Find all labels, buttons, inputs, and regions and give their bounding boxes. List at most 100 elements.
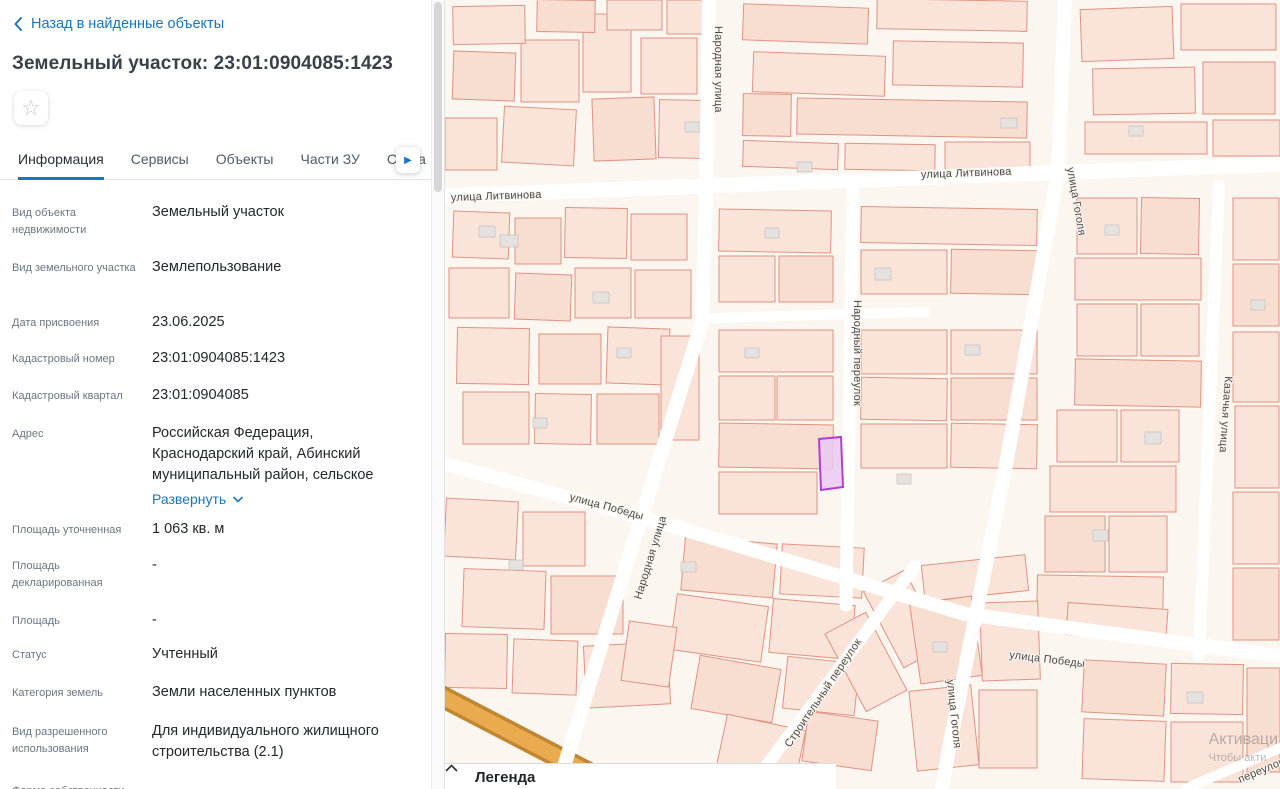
tab-scroll-right-button[interactable]: ▶ — [396, 147, 420, 173]
map-parcel[interactable] — [511, 638, 579, 696]
map-parcel[interactable] — [456, 326, 530, 386]
map-parcel[interactable] — [860, 205, 1038, 247]
panel-scrollbar[interactable] — [431, 0, 444, 789]
map-building — [1186, 691, 1204, 704]
expand-address-link[interactable]: Развернуть — [152, 489, 244, 509]
map-parcel[interactable] — [461, 568, 547, 630]
map-parcel[interactable] — [591, 96, 657, 162]
map-parcel[interactable] — [950, 422, 1038, 470]
back-to-results-link[interactable]: Назад в найденные объекты — [12, 16, 224, 32]
map-parcel[interactable] — [462, 391, 530, 445]
map-parcel[interactable] — [536, 0, 596, 34]
map-parcel[interactable] — [978, 689, 1038, 769]
map-parcel[interactable] — [860, 249, 948, 295]
map-parcel[interactable] — [718, 375, 776, 421]
field-value: Земли населенных пунктов — [140, 682, 402, 703]
map-parcel[interactable] — [445, 117, 498, 171]
map-parcel[interactable] — [620, 620, 678, 688]
map-parcel[interactable] — [1232, 491, 1280, 565]
map-parcel[interactable] — [668, 593, 770, 663]
map-parcel[interactable] — [513, 272, 573, 322]
map-parcel[interactable] — [950, 248, 1038, 296]
tab-objects[interactable]: Объекты — [216, 151, 274, 180]
map-parcel[interactable] — [1234, 405, 1280, 489]
map-parcel[interactable] — [1202, 61, 1276, 115]
field-value-text: Учтенный — [152, 646, 218, 662]
map-parcel[interactable] — [452, 4, 526, 46]
map-parcel[interactable] — [718, 255, 776, 303]
map-parcel[interactable] — [1081, 659, 1167, 717]
map-parcel[interactable] — [501, 105, 577, 167]
map-parcel[interactable] — [564, 206, 628, 260]
map-parcel[interactable] — [630, 213, 688, 261]
map-parcel[interactable] — [1074, 358, 1202, 408]
map-parcel[interactable] — [741, 3, 870, 45]
map-parcel[interactable] — [718, 471, 818, 515]
map-building — [616, 347, 632, 359]
field-label: Форма собственности — [12, 780, 140, 789]
map-parcel[interactable] — [860, 329, 948, 375]
map-parcel[interactable] — [445, 632, 508, 690]
map-parcel[interactable] — [1044, 515, 1106, 573]
legend-collapse-button[interactable] — [445, 764, 820, 773]
map-parcel[interactable] — [1180, 3, 1277, 51]
map-parcel[interactable] — [1232, 263, 1280, 327]
map-parcel[interactable] — [1084, 121, 1208, 155]
map-parcel[interactable] — [1140, 303, 1200, 357]
field-value-text: - — [152, 780, 402, 789]
map-parcel[interactable] — [1212, 119, 1280, 157]
map-parcel[interactable] — [445, 497, 519, 561]
map-parcel[interactable] — [514, 217, 562, 265]
map-parcel[interactable] — [778, 255, 834, 303]
map-parcel[interactable] — [606, 0, 663, 31]
map-parcel[interactable] — [742, 139, 839, 171]
map-parcel[interactable] — [522, 511, 586, 567]
map-parcel[interactable] — [801, 710, 879, 772]
field-value: - — [140, 555, 402, 576]
scrollbar-thumb[interactable] — [434, 2, 442, 192]
map-parcel[interactable] — [1079, 5, 1175, 63]
map-parcel[interactable] — [1170, 662, 1244, 716]
map-parcel[interactable] — [876, 0, 1028, 32]
map[interactable]: улица Литвинова улица Литвинова Народная… — [445, 0, 1280, 789]
map-parcel[interactable] — [596, 393, 660, 445]
map-parcel[interactable] — [718, 422, 834, 470]
map-parcel[interactable] — [1232, 567, 1280, 641]
cadastral-map-canvas[interactable]: улица Литвинова улица Литвинова Народная… — [445, 0, 1280, 789]
map-parcel[interactable] — [538, 333, 602, 385]
tab-information[interactable]: Информация — [18, 151, 104, 180]
map-parcel[interactable] — [860, 376, 948, 422]
map-parcel[interactable] — [1108, 515, 1168, 573]
map-parcel[interactable] — [605, 326, 671, 386]
map-parcel[interactable] — [1049, 465, 1177, 513]
map-parcel[interactable] — [1076, 303, 1138, 357]
selected-parcel[interactable] — [817, 435, 845, 492]
map-parcel[interactable] — [742, 93, 792, 137]
map-parcel[interactable] — [1092, 66, 1196, 116]
map-parcel[interactable] — [1232, 331, 1280, 403]
map-parcel[interactable] — [451, 50, 517, 102]
map-parcel[interactable] — [1074, 257, 1202, 301]
map-parcel[interactable] — [751, 51, 887, 97]
map-parcel[interactable] — [640, 37, 698, 95]
map-parcel[interactable] — [1232, 197, 1280, 261]
map-parcel[interactable] — [718, 329, 834, 373]
favorite-button[interactable]: ☆ — [14, 91, 48, 125]
map-parcel[interactable] — [1056, 409, 1118, 463]
info-row: Дата присвоения 23.06.2025 — [12, 312, 424, 348]
map-parcel[interactable] — [844, 142, 936, 172]
map-parcel[interactable] — [448, 267, 510, 319]
tab-services[interactable]: Сервисы — [131, 151, 189, 180]
map-parcel[interactable] — [634, 269, 692, 319]
tab-parts[interactable]: Части ЗУ — [300, 151, 359, 180]
map-parcel[interactable] — [520, 39, 580, 103]
map-parcel[interactable] — [1081, 718, 1167, 782]
map-parcel[interactable] — [1140, 196, 1200, 256]
app: Назад в найденные объекты Земельный учас… — [0, 0, 1280, 789]
map-parcel[interactable] — [860, 423, 948, 469]
map-parcel[interactable] — [776, 375, 834, 421]
map-parcel[interactable] — [666, 0, 706, 35]
map-parcel[interactable] — [796, 97, 1028, 139]
map-parcel[interactable] — [892, 40, 1024, 88]
panel-content: Назад в найденные объекты Земельный учас… — [0, 0, 444, 789]
